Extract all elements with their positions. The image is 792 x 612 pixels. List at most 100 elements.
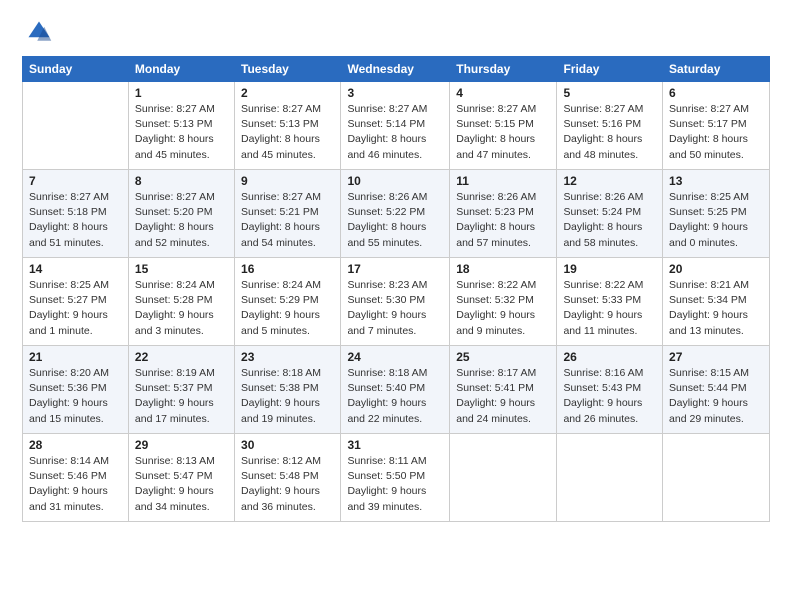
day-cell: 9 Sunrise: 8:27 AMSunset: 5:21 PMDaylight… [235,170,341,258]
weekday-header-monday: Monday [128,57,234,82]
day-cell: 29 Sunrise: 8:13 AMSunset: 5:47 PMDayligh… [128,434,234,522]
day-info: Sunrise: 8:27 AMSunset: 5:18 PMDaylight:… [29,190,122,251]
day-info: Sunrise: 8:27 AMSunset: 5:13 PMDaylight:… [135,102,228,163]
day-info: Sunrise: 8:26 AMSunset: 5:23 PMDaylight:… [456,190,550,251]
weekday-header-saturday: Saturday [663,57,770,82]
week-row-5: 28 Sunrise: 8:14 AMSunset: 5:46 PMDayligh… [23,434,770,522]
day-cell: 6 Sunrise: 8:27 AMSunset: 5:17 PMDaylight… [663,82,770,170]
day-number: 14 [29,262,122,276]
day-number: 15 [135,262,228,276]
day-cell [23,82,129,170]
weekday-header-row: SundayMondayTuesdayWednesdayThursdayFrid… [23,57,770,82]
day-cell: 24 Sunrise: 8:18 AMSunset: 5:40 PMDayligh… [341,346,450,434]
day-cell: 11 Sunrise: 8:26 AMSunset: 5:23 PMDayligh… [450,170,557,258]
day-cell: 12Sunrise: 8:26 AMSunset: 5:24 PMDayligh… [557,170,663,258]
day-number: 28 [29,438,122,452]
day-info: Sunrise: 8:27 AMSunset: 5:17 PMDaylight:… [669,102,763,163]
day-cell: 25 Sunrise: 8:17 AMSunset: 5:41 PMDayligh… [450,346,557,434]
day-info: Sunrise: 8:19 AMSunset: 5:37 PMDaylight:… [135,366,228,427]
day-number: 1 [135,86,228,100]
day-cell: 16 Sunrise: 8:24 AMSunset: 5:29 PMDayligh… [235,258,341,346]
day-cell: 7 Sunrise: 8:27 AMSunset: 5:18 PMDaylight… [23,170,129,258]
day-number: 3 [347,86,443,100]
day-info: Sunrise: 8:15 AMSunset: 5:44 PMDaylight:… [669,366,763,427]
day-cell [557,434,663,522]
day-number: 11 [456,174,550,188]
day-cell: 26Sunrise: 8:16 AMSunset: 5:43 PMDayligh… [557,346,663,434]
day-cell: 27Sunrise: 8:15 AMSunset: 5:44 PMDayligh… [663,346,770,434]
day-cell: 15 Sunrise: 8:24 AMSunset: 5:28 PMDayligh… [128,258,234,346]
weekday-header-thursday: Thursday [450,57,557,82]
day-info: Sunrise: 8:22 AMSunset: 5:32 PMDaylight:… [456,278,550,339]
day-number: 23 [241,350,334,364]
day-number: 31 [347,438,443,452]
day-number: 10 [347,174,443,188]
day-info: Sunrise: 8:24 AMSunset: 5:28 PMDaylight:… [135,278,228,339]
day-cell: 8 Sunrise: 8:27 AMSunset: 5:20 PMDaylight… [128,170,234,258]
day-number: 21 [29,350,122,364]
day-info: Sunrise: 8:18 AMSunset: 5:38 PMDaylight:… [241,366,334,427]
day-cell: 14 Sunrise: 8:25 AMSunset: 5:27 PMDayligh… [23,258,129,346]
day-cell: 22 Sunrise: 8:19 AMSunset: 5:37 PMDayligh… [128,346,234,434]
page: SundayMondayTuesdayWednesdayThursdayFrid… [0,0,792,612]
day-number: 18 [456,262,550,276]
day-info: Sunrise: 8:27 AMSunset: 5:16 PMDaylight:… [563,102,656,163]
day-info: Sunrise: 8:25 AMSunset: 5:25 PMDaylight:… [669,190,763,251]
day-info: Sunrise: 8:27 AMSunset: 5:20 PMDaylight:… [135,190,228,251]
day-number: 16 [241,262,334,276]
day-number: 8 [135,174,228,188]
day-number: 9 [241,174,334,188]
day-number: 4 [456,86,550,100]
day-cell: 20Sunrise: 8:21 AMSunset: 5:34 PMDayligh… [663,258,770,346]
day-number: 19 [563,262,656,276]
day-info: Sunrise: 8:13 AMSunset: 5:47 PMDaylight:… [135,454,228,515]
header [22,18,770,46]
day-number: 12 [563,174,656,188]
calendar-table: SundayMondayTuesdayWednesdayThursdayFrid… [22,56,770,522]
day-number: 29 [135,438,228,452]
week-row-3: 14 Sunrise: 8:25 AMSunset: 5:27 PMDayligh… [23,258,770,346]
day-info: Sunrise: 8:14 AMSunset: 5:46 PMDaylight:… [29,454,122,515]
week-row-1: 1 Sunrise: 8:27 AMSunset: 5:13 PMDaylight… [23,82,770,170]
weekday-header-wednesday: Wednesday [341,57,450,82]
day-info: Sunrise: 8:12 AMSunset: 5:48 PMDaylight:… [241,454,334,515]
day-info: Sunrise: 8:27 AMSunset: 5:21 PMDaylight:… [241,190,334,251]
day-cell: 21Sunrise: 8:20 AMSunset: 5:36 PMDayligh… [23,346,129,434]
week-row-2: 7 Sunrise: 8:27 AMSunset: 5:18 PMDaylight… [23,170,770,258]
day-cell: 28 Sunrise: 8:14 AMSunset: 5:46 PMDayligh… [23,434,129,522]
day-number: 25 [456,350,550,364]
day-number: 17 [347,262,443,276]
weekday-header-friday: Friday [557,57,663,82]
week-row-4: 21Sunrise: 8:20 AMSunset: 5:36 PMDayligh… [23,346,770,434]
day-cell: 4 Sunrise: 8:27 AMSunset: 5:15 PMDaylight… [450,82,557,170]
day-info: Sunrise: 8:27 AMSunset: 5:14 PMDaylight:… [347,102,443,163]
day-cell: 23 Sunrise: 8:18 AMSunset: 5:38 PMDayligh… [235,346,341,434]
day-info: Sunrise: 8:17 AMSunset: 5:41 PMDaylight:… [456,366,550,427]
day-info: Sunrise: 8:27 AMSunset: 5:13 PMDaylight:… [241,102,334,163]
day-info: Sunrise: 8:18 AMSunset: 5:40 PMDaylight:… [347,366,443,427]
day-info: Sunrise: 8:23 AMSunset: 5:30 PMDaylight:… [347,278,443,339]
weekday-header-tuesday: Tuesday [235,57,341,82]
day-info: Sunrise: 8:27 AMSunset: 5:15 PMDaylight:… [456,102,550,163]
day-number: 2 [241,86,334,100]
day-number: 22 [135,350,228,364]
day-cell: 10 Sunrise: 8:26 AMSunset: 5:22 PMDayligh… [341,170,450,258]
day-cell: 19 Sunrise: 8:22 AMSunset: 5:33 PMDayligh… [557,258,663,346]
day-info: Sunrise: 8:26 AMSunset: 5:22 PMDaylight:… [347,190,443,251]
day-info: Sunrise: 8:25 AMSunset: 5:27 PMDaylight:… [29,278,122,339]
day-info: Sunrise: 8:21 AMSunset: 5:34 PMDaylight:… [669,278,763,339]
day-cell: 2 Sunrise: 8:27 AMSunset: 5:13 PMDaylight… [235,82,341,170]
day-info: Sunrise: 8:22 AMSunset: 5:33 PMDaylight:… [563,278,656,339]
day-cell [450,434,557,522]
day-cell: 18 Sunrise: 8:22 AMSunset: 5:32 PMDayligh… [450,258,557,346]
day-number: 26 [563,350,656,364]
day-cell: 30 Sunrise: 8:12 AMSunset: 5:48 PMDayligh… [235,434,341,522]
day-number: 7 [29,174,122,188]
day-number: 24 [347,350,443,364]
day-number: 30 [241,438,334,452]
logo [22,18,53,46]
weekday-header-sunday: Sunday [23,57,129,82]
day-number: 6 [669,86,763,100]
day-info: Sunrise: 8:11 AMSunset: 5:50 PMDaylight:… [347,454,443,515]
day-info: Sunrise: 8:24 AMSunset: 5:29 PMDaylight:… [241,278,334,339]
